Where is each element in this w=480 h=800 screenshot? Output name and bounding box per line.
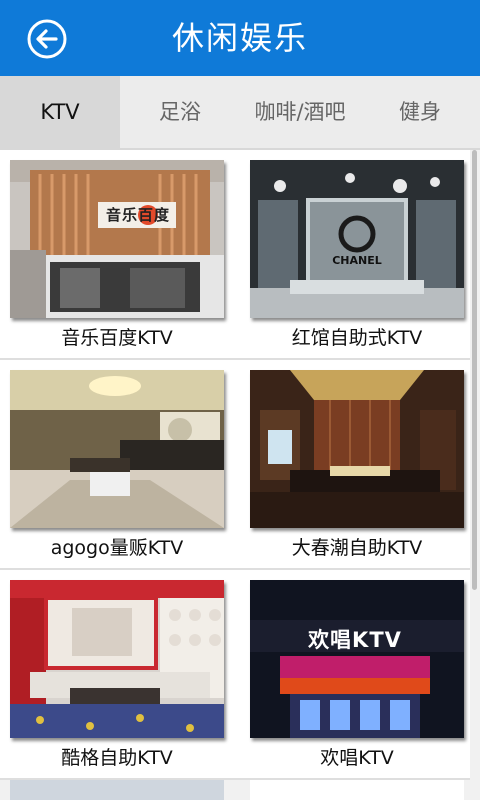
venue-card[interactable]: 欢唱KTV 欢唱KTV	[250, 580, 464, 775]
venue-sign: 欢唱KTV	[308, 628, 402, 652]
venue-card[interactable]: agogo量贩KTV	[10, 370, 224, 565]
venue-card[interactable]: CHANEL 红馆自助式KTV	[250, 160, 464, 355]
venue-photo	[10, 370, 224, 528]
next-card-peek	[250, 780, 464, 800]
venue-row: 音乐百度 音乐百度KTV CHANEL 红馆自助式KTV	[0, 150, 470, 360]
top-bar: 休闲娱乐	[0, 0, 480, 76]
venue-card[interactable]: 大春潮自助KTV	[250, 370, 464, 565]
venue-photo: 音乐百度	[10, 160, 224, 318]
tab-foot-bath[interactable]: 足浴	[120, 76, 240, 148]
back-arrow-icon[interactable]	[26, 18, 68, 60]
next-card-peek	[10, 780, 224, 800]
venue-row: agogo量贩KTV 大春潮自助KTV	[0, 360, 470, 570]
scrollbar[interactable]	[472, 150, 477, 590]
venue-name: 酷格自助KTV	[61, 747, 173, 769]
venue-photo: CHANEL	[250, 160, 464, 318]
venue-name: 大春潮自助KTV	[291, 537, 423, 559]
venue-sign: CHANEL	[332, 254, 382, 267]
category-tabs: KTV 足浴 咖啡/酒吧 健身	[0, 76, 480, 150]
tab-coffee-bar[interactable]: 咖啡/酒吧	[240, 76, 360, 148]
venue-photo	[250, 370, 464, 528]
venue-sign: 音乐百度	[105, 206, 170, 224]
venue-card[interactable]: 酷格自助KTV	[10, 580, 224, 775]
tab-ktv[interactable]: KTV	[0, 76, 120, 148]
tab-fitness[interactable]: 健身	[360, 76, 480, 148]
venue-photo	[10, 580, 224, 738]
venue-row: 酷格自助KTV 欢唱KTV 欢唱KTV	[0, 570, 470, 780]
venue-name: 红馆自助式KTV	[291, 327, 423, 349]
venue-photo: 欢唱KTV	[250, 580, 464, 738]
venue-name: 欢唱KTV	[320, 747, 394, 769]
venue-grid: 音乐百度 音乐百度KTV CHANEL 红馆自助式KTV agogo量贩KTV …	[0, 150, 470, 780]
venue-name: 音乐百度KTV	[61, 327, 173, 349]
page-title: 休闲娱乐	[171, 19, 308, 57]
venue-card[interactable]: 音乐百度 音乐百度KTV	[10, 160, 224, 355]
venue-name: agogo量贩KTV	[50, 537, 184, 559]
